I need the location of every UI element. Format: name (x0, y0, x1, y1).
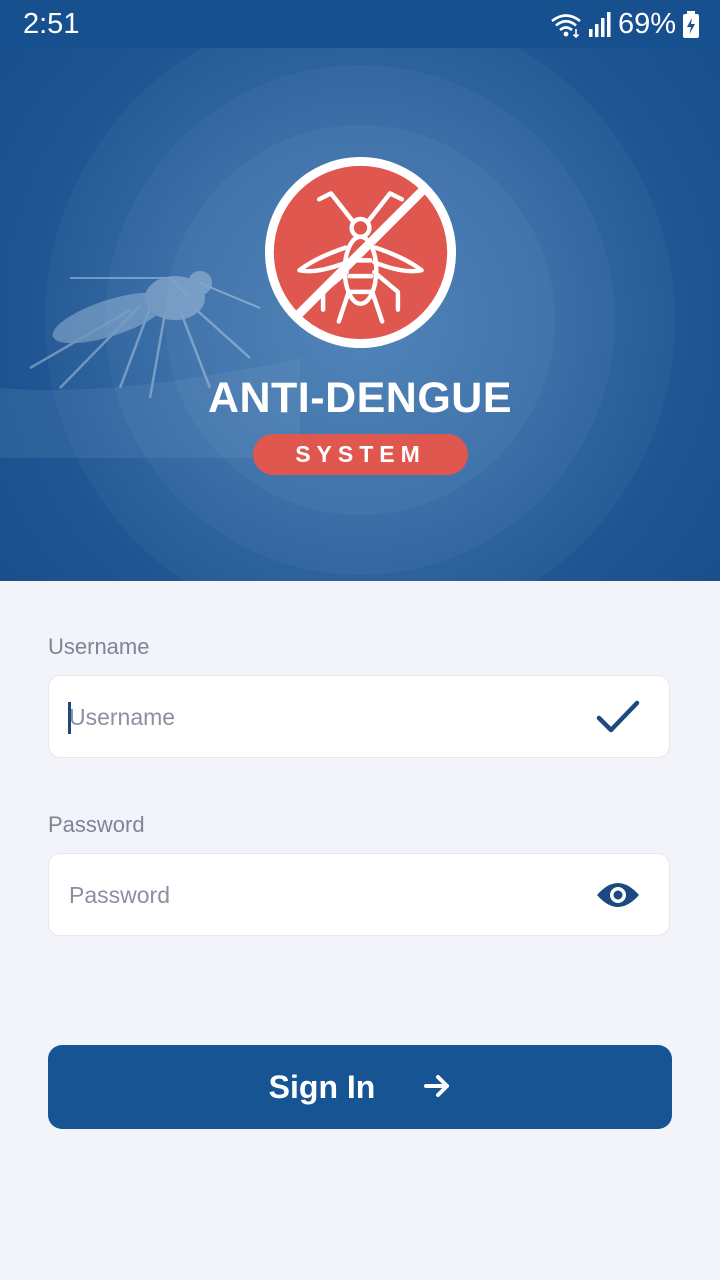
password-input[interactable] (67, 854, 571, 937)
sign-in-button[interactable]: Sign In (48, 1045, 672, 1129)
password-label: Password (48, 812, 145, 837)
status-icons: 69% (550, 8, 700, 41)
hero-banner: ANTI-DENGUE SYSTEM (0, 48, 720, 581)
system-badge: SYSTEM (253, 434, 468, 475)
status-time: 2:51 (23, 8, 80, 40)
username-label: Username (48, 634, 150, 659)
battery-charging-icon (682, 10, 700, 39)
username-input[interactable] (67, 676, 571, 759)
eye-icon[interactable] (595, 875, 641, 915)
battery-percent: 69% (617, 8, 676, 40)
app-title: ANTI-DENGUE (207, 374, 513, 422)
signal-icon (588, 11, 612, 38)
text-caret (68, 702, 71, 734)
no-mosquito-icon (264, 156, 457, 349)
password-field[interactable] (48, 853, 670, 937)
status-bar: 2:51 69% (0, 0, 720, 48)
sign-in-label: Sign In (268, 1068, 376, 1105)
arrow-right-icon (423, 1069, 451, 1106)
mosquito-background-icon (0, 271, 300, 458)
username-field[interactable] (48, 675, 670, 759)
check-icon (595, 697, 641, 737)
wifi-icon (550, 12, 582, 38)
